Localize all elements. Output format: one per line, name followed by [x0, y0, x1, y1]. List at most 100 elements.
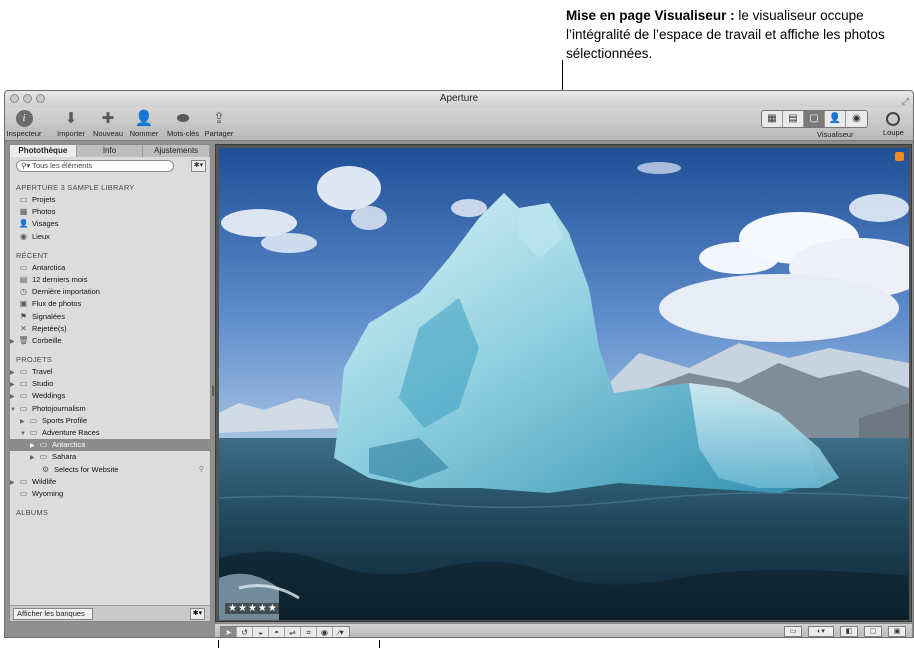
projects-section-header: PROJETS — [16, 355, 52, 365]
recent-item-antarctica[interactable]: ▭ Antarctica — [10, 262, 210, 274]
smart-search-icon: ⚲ — [198, 465, 204, 473]
folder-icon: ▭ — [19, 379, 28, 389]
places-icon: ◉ — [20, 231, 27, 241]
search-placeholder: Tous les éléments — [32, 161, 93, 170]
show-vaults-button[interactable]: Afficher les banques — [13, 608, 93, 620]
import-label: Importer — [57, 129, 85, 138]
splitter-handle[interactable] — [212, 386, 214, 396]
inspector-button[interactable]: i Inspecteur — [5, 109, 43, 138]
library-item-faces[interactable]: 👤 Visages — [10, 218, 210, 230]
project-item-photojournalism[interactable]: ▼ ▭ Photojournalism — [10, 403, 210, 415]
right-tool-group: ▭ ◐▾ ◧ ▢ ▣ — [784, 626, 906, 637]
recent-item-last-import[interactable]: ◷ Dernière importation — [10, 286, 210, 298]
aperture-window: Aperture ⤢ i Inspecteur ⬇ Importer ✚ Nou… — [4, 90, 914, 638]
close-window-button[interactable] — [10, 94, 19, 103]
calendar-icon: ▤ — [19, 274, 28, 284]
red-eye-tool-icon[interactable]: ◉ — [317, 627, 333, 637]
import-clock-icon: ◷ — [20, 287, 27, 297]
folder-icon: ▭ — [19, 367, 28, 377]
loupe-button[interactable]: Loupe — [883, 109, 904, 137]
iceberg-image — [219, 148, 909, 620]
reject-x-icon: ✕ — [20, 323, 27, 333]
tab-adjustments[interactable]: Ajustements — [143, 145, 211, 157]
library-item-projects[interactable]: ▭ Projets — [10, 194, 210, 206]
search-gear-button[interactable]: ✱▾ — [191, 160, 206, 172]
places-layout-icon[interactable]: ◉ — [846, 111, 867, 127]
person-icon: 👤 — [134, 110, 154, 127]
browser-layout-icon[interactable]: ▦ — [762, 111, 783, 127]
project-icon: ▭ — [39, 440, 48, 450]
share-icon: ⇪ — [212, 110, 226, 127]
main-toolbar: i Inspecteur ⬇ Importer ✚ Nouveau 👤 Nomm… — [5, 107, 913, 141]
crop-tool-icon[interactable]: ⌗ — [301, 627, 317, 637]
disclosure-triangle-icon: ▶ — [10, 479, 15, 486]
pointer-tool-icon[interactable]: ➤ — [221, 627, 237, 637]
inspector-icon: i — [15, 110, 33, 127]
info-overlay-icon[interactable]: ▢ — [864, 626, 882, 637]
trash-icon: 🗑 — [18, 335, 29, 345]
disclosure-triangle-icon: ▶ — [10, 370, 15, 377]
project-item-sports-profile[interactable]: ▶ ▭ Sports Profile — [10, 415, 210, 427]
recent-item-flagged[interactable]: ⚑ Signalées — [10, 311, 210, 323]
rating-stars[interactable]: ★★★★★ — [225, 603, 281, 614]
search-row: ⚲▾ Tous les éléments ✱▾ — [10, 157, 210, 175]
display-icon[interactable]: ▭ — [784, 626, 802, 637]
disclosure-triangle-icon: ▶ — [30, 443, 35, 450]
new-button[interactable]: ✚ Nouveau — [91, 109, 125, 138]
disclosure-triangle-icon: ▶ — [10, 394, 15, 401]
gear-icon[interactable]: ✱▾ — [190, 608, 205, 620]
share-button[interactable]: ⇪ Partager — [203, 109, 235, 138]
rotate-tool-icon[interactable]: ↺ — [237, 627, 253, 637]
name-button[interactable]: 👤 Nommer — [127, 109, 161, 138]
hud-icon[interactable]: ◧ — [840, 626, 858, 637]
lift-tool-icon[interactable]: ◒ — [253, 627, 269, 637]
project-item-selects-for-website[interactable]: ⚙ Selects for Website ⚲ — [10, 464, 210, 476]
library-item-photos[interactable]: ▦ Photos — [10, 206, 210, 218]
project-item-wildlife[interactable]: ▶ ▭ Wildlife — [10, 476, 210, 488]
new-label: Nouveau — [92, 129, 124, 138]
sidebar-footer: Afficher les banques ✱▾ — [10, 605, 210, 621]
split-layout-icon[interactable]: ▤ — [783, 111, 804, 127]
viewer-label: Visualiseur — [817, 130, 854, 139]
stamp-tool-icon[interactable]: ◓ — [269, 627, 285, 637]
library-item-places[interactable]: ◉ Lieux — [10, 231, 210, 243]
search-icon: ⚲▾ — [21, 161, 33, 170]
window-controls — [10, 94, 45, 103]
minimize-window-button[interactable] — [23, 94, 32, 103]
project-icon: ▭ — [19, 262, 28, 272]
inspector-tabs: Photothèque Info Ajustements — [10, 145, 211, 157]
fullscreen-mode-icon[interactable]: ▣ — [888, 626, 906, 637]
project-item-sahara[interactable]: ▶ ▭ Sahara — [10, 451, 210, 463]
faces-layout-icon[interactable]: 👤 — [825, 111, 846, 127]
recent-item-trash[interactable]: ▶ 🗑 Corbeille — [10, 335, 210, 347]
recent-item-photo-stream[interactable]: ▣ Flux de photos — [10, 298, 210, 310]
project-icon: ▭ — [19, 488, 28, 498]
iceberg-photo[interactable]: ★★★★★ — [219, 148, 909, 620]
folder-icon: ▭ — [19, 403, 28, 413]
import-button[interactable]: ⬇ Importer — [53, 109, 89, 138]
disclosure-triangle-icon: ▶ — [10, 338, 15, 345]
brush-tool-icon[interactable]: ∕▾ — [333, 627, 349, 637]
recent-item-last-12-months[interactable]: ▤ 12 derniers mois — [10, 274, 210, 286]
library-section-header: APERTURE 3 SAMPLE LIBRARY — [16, 183, 135, 192]
project-item-adventure-races[interactable]: ▼ ▭ Adventure Races — [10, 427, 210, 439]
keywords-button[interactable]: ⬬ Mots-clés — [163, 109, 203, 138]
project-item-weddings[interactable]: ▶ ▭ Weddings — [10, 390, 210, 402]
zoom-window-button[interactable] — [36, 94, 45, 103]
recent-item-rejected[interactable]: ✕ Rejetée(s) — [10, 323, 210, 335]
smart-album-icon: ⚙ — [41, 464, 50, 474]
faces-icon: 👤 — [18, 219, 29, 229]
folder-icon: ▭ — [19, 391, 28, 401]
viewer-layout-icon[interactable]: ▢ — [804, 111, 825, 127]
project-item-antarctica[interactable]: ▶ ▭ Antarctica — [10, 439, 210, 452]
search-input[interactable]: ⚲▾ Tous les éléments — [16, 160, 174, 172]
viewer-mode-icon[interactable]: ◐▾ — [808, 626, 834, 637]
project-item-travel[interactable]: ▶ ▭ Travel — [10, 366, 210, 378]
project-item-wyoming[interactable]: ▭ Wyoming — [10, 488, 210, 500]
tab-library[interactable]: Photothèque — [10, 145, 77, 157]
project-icon: ▭ — [39, 452, 48, 462]
disclosure-triangle-icon: ▶ — [10, 382, 15, 389]
straighten-tool-icon[interactable]: ⇌ — [285, 627, 301, 637]
tab-info[interactable]: Info — [77, 145, 144, 157]
project-item-studio[interactable]: ▶ ▭ Studio — [10, 378, 210, 390]
